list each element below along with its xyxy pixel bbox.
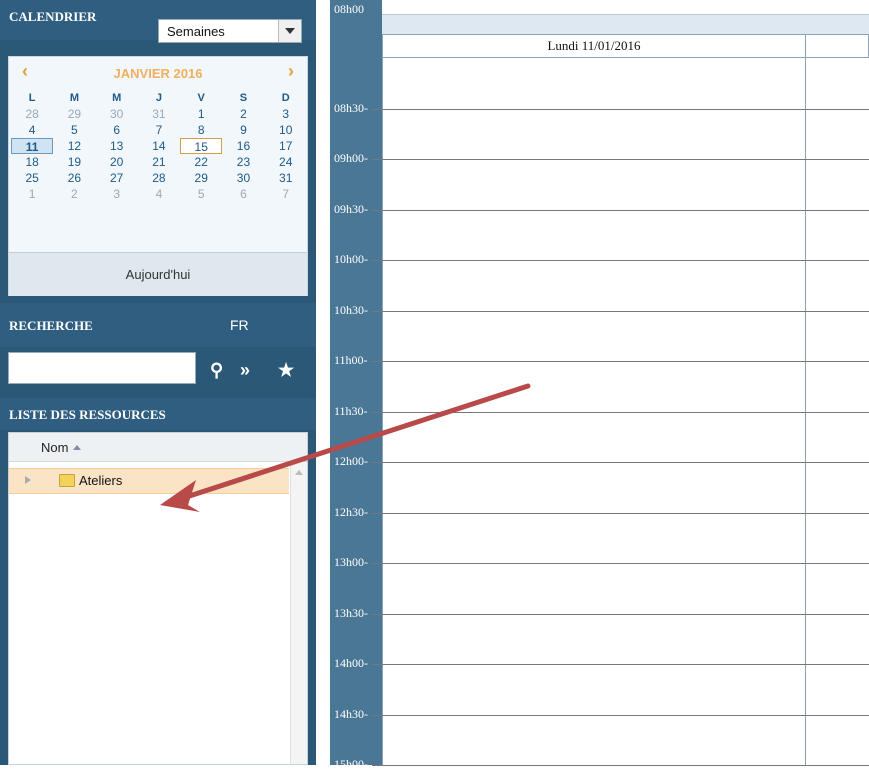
time-slot-line [372,765,869,766]
annotation-arrow [160,383,531,512]
